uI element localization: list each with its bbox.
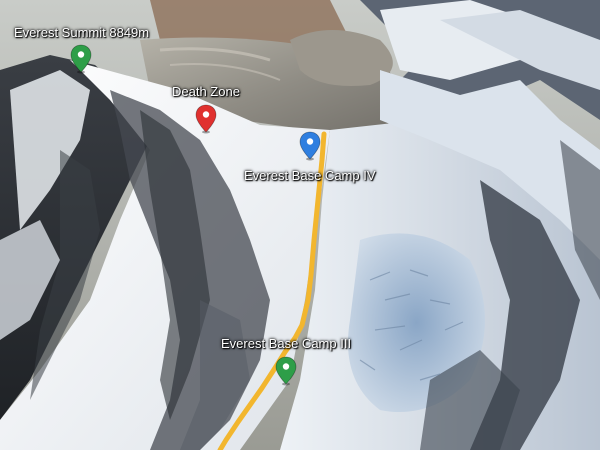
death-zone-map-pin-icon[interactable] — [195, 104, 217, 134]
label-camp-iv[interactable]: Everest Base Camp IV — [244, 168, 376, 183]
map-view[interactable]: Everest Summit 8849m Death Zone Everest … — [0, 0, 600, 450]
camp-iii-map-pin-icon[interactable] — [275, 356, 297, 386]
label-everest-summit[interactable]: Everest Summit 8849m — [14, 25, 149, 40]
label-death-zone[interactable]: Death Zone — [172, 84, 240, 99]
summit-map-pin-icon[interactable] — [70, 44, 92, 74]
label-camp-iii[interactable]: Everest Base Camp III — [221, 336, 351, 351]
camp-iv-map-pin-icon[interactable] — [299, 131, 321, 161]
